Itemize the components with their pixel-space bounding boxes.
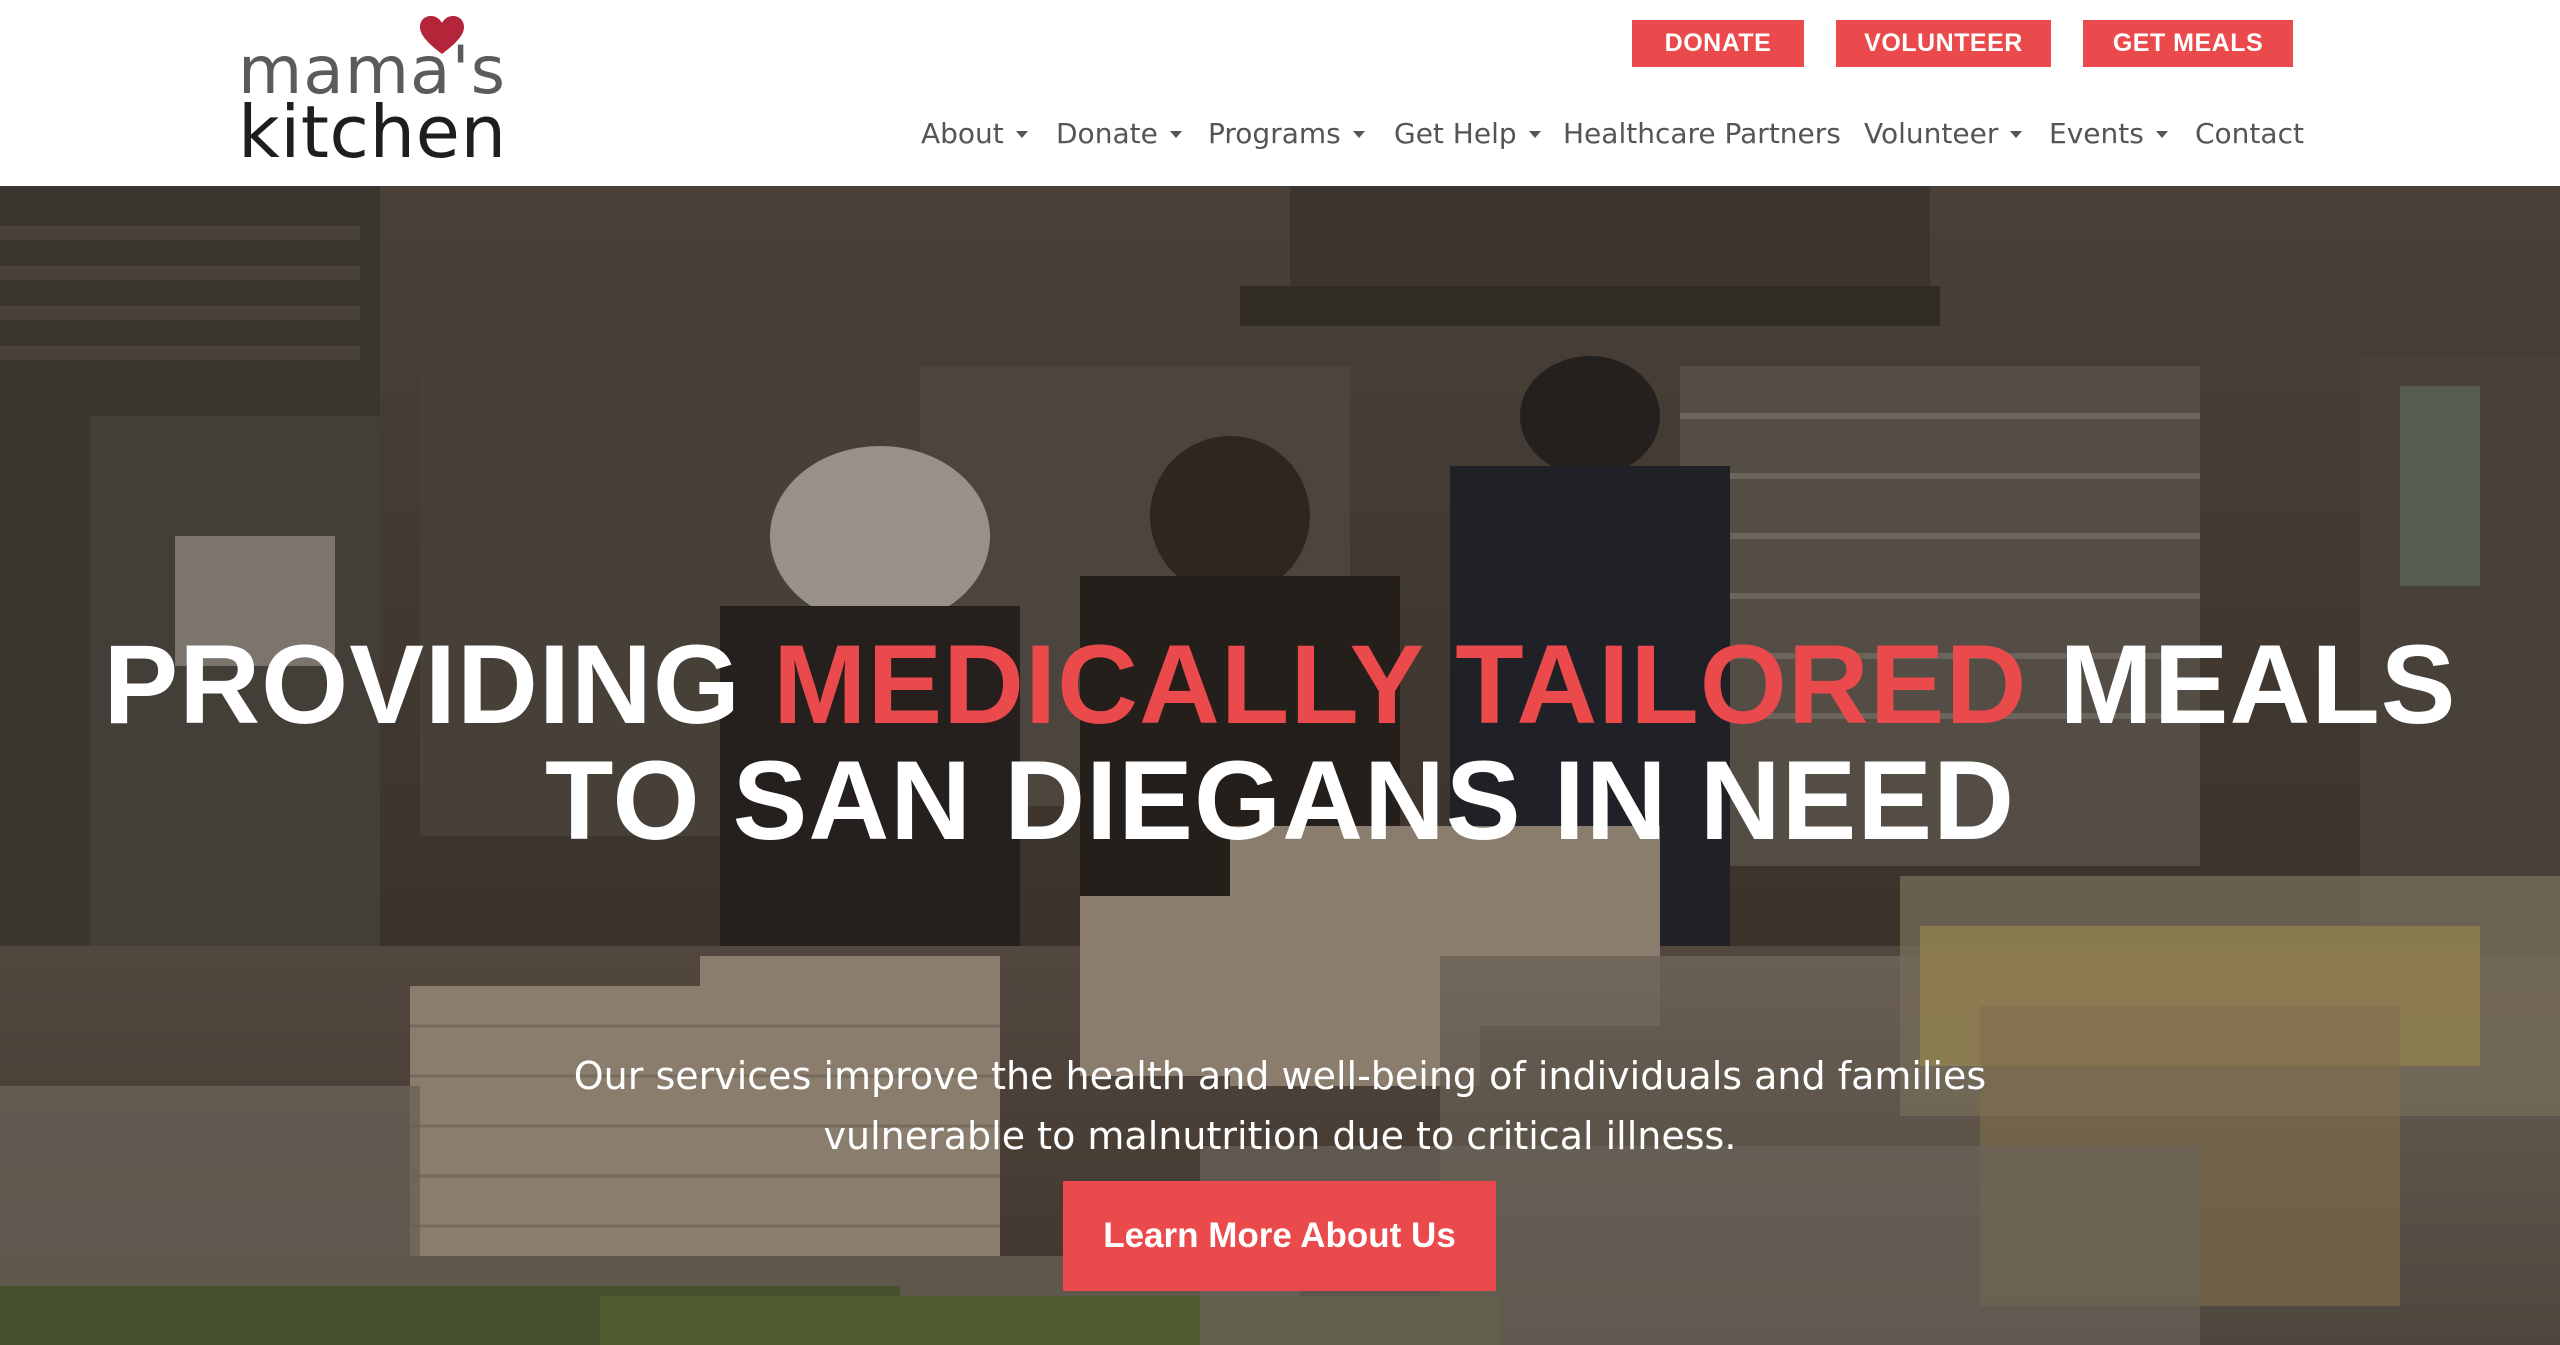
caret-down-icon (1528, 130, 1541, 138)
nav-item-label: Contact (2195, 116, 2304, 150)
header-action-buttons: DONATE VOLUNTEER GET MEALS (0, 20, 2560, 67)
caret-down-icon (1169, 130, 1182, 138)
site-header: mama's kitchen DONATE VOLUNTEER GET MEAL… (0, 0, 2560, 186)
caret-down-icon (2155, 130, 2168, 138)
hero-subtext: Our services improve the health and well… (0, 1046, 2560, 1166)
caret-down-icon (1352, 130, 1365, 138)
nav-item-healthcare-partners[interactable]: Healthcare Partners (1563, 108, 1841, 158)
hero-headline: PROVIDING MEDICALLY TAILORED MEALS TO SA… (0, 627, 2560, 859)
headline-text-meals: MEALS (2027, 622, 2457, 748)
learn-more-button[interactable]: Learn More About Us (1063, 1181, 1496, 1291)
hero-subtext-line-2: vulnerable to malnutrition due to critic… (823, 1114, 1737, 1158)
caret-down-icon (2010, 130, 2023, 138)
nav-item-label: Programs (1208, 116, 1341, 150)
headline-text-providing: PROVIDING (103, 622, 774, 748)
nav-item-events[interactable]: Events (2049, 108, 2168, 158)
hero-headline-line-2: TO SAN DIEGANS IN NEED (545, 738, 2015, 864)
hero-headline-line-1: PROVIDING MEDICALLY TAILORED MEALS (0, 627, 2560, 743)
nav-item-label: Events (2049, 116, 2144, 150)
donate-button[interactable]: DONATE (1632, 20, 1804, 67)
nav-item-label: About (921, 116, 1004, 150)
hero-subtext-line-1: Our services improve the health and well… (573, 1054, 1987, 1098)
nav-item-label: Donate (1056, 116, 1158, 150)
caret-down-icon (1015, 130, 1028, 138)
nav-item-programs[interactable]: Programs (1208, 108, 1365, 158)
nav-item-label: Get Help (1394, 116, 1517, 150)
nav-item-get-help[interactable]: Get Help (1394, 108, 1541, 158)
get-meals-button[interactable]: GET MEALS (2083, 20, 2293, 67)
nav-item-label: Healthcare Partners (1563, 116, 1841, 150)
volunteer-button[interactable]: VOLUNTEER (1836, 20, 2051, 67)
nav-item-about[interactable]: About (921, 108, 1028, 158)
headline-accent-text: MEDICALLY TAILORED (773, 622, 2028, 748)
nav-item-label: Volunteer (1864, 116, 1999, 150)
nav-item-contact[interactable]: Contact (2195, 108, 2304, 158)
nav-item-volunteer[interactable]: Volunteer (1864, 108, 2023, 158)
main-navigation: About Donate Programs Get Help Healthcar… (0, 108, 2560, 158)
nav-item-donate[interactable]: Donate (1056, 108, 1182, 158)
hero-section: PROVIDING MEDICALLY TAILORED MEALS TO SA… (0, 186, 2560, 1345)
